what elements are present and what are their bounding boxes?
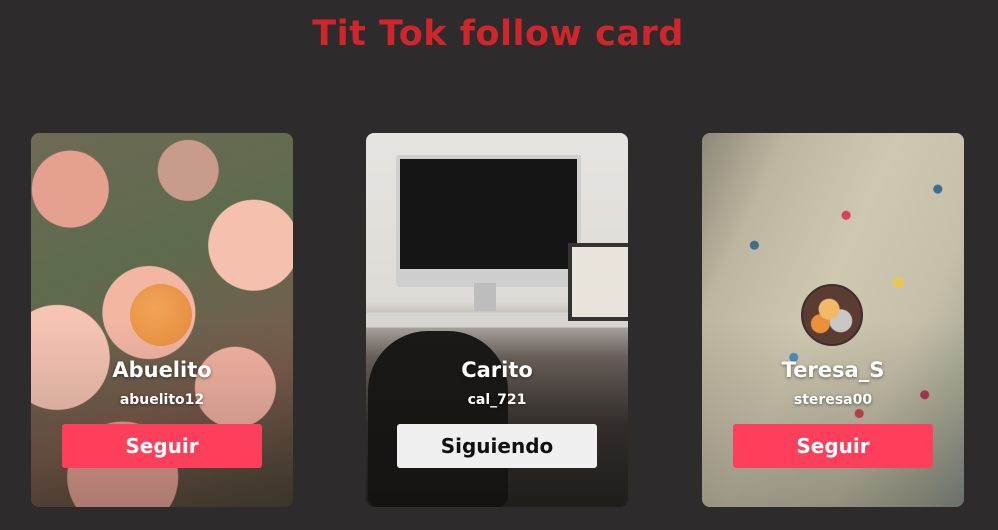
follow-card-carito: Carito cal_721 Siguiendo (366, 133, 628, 507)
card-name: Abuelito (112, 358, 212, 382)
avatar (801, 284, 863, 346)
follow-card-abuelito: Abuelito abuelito12 Seguir (31, 133, 293, 507)
card-handle: cal_721 (467, 392, 527, 408)
avatar (130, 284, 192, 346)
follow-button[interactable]: Seguir (62, 424, 262, 468)
follow-card-teresa: Teresa_S steresa00 Seguir (702, 133, 964, 507)
page-title: Tit Tok follow card (312, 14, 684, 54)
card-handle: steresa00 (793, 392, 873, 408)
following-button[interactable]: Siguiendo (397, 424, 597, 468)
card-handle: abuelito12 (119, 392, 205, 408)
card-name: Teresa_S (781, 358, 885, 382)
card-name: Carito (461, 358, 533, 382)
follow-button[interactable]: Seguir (733, 424, 933, 468)
